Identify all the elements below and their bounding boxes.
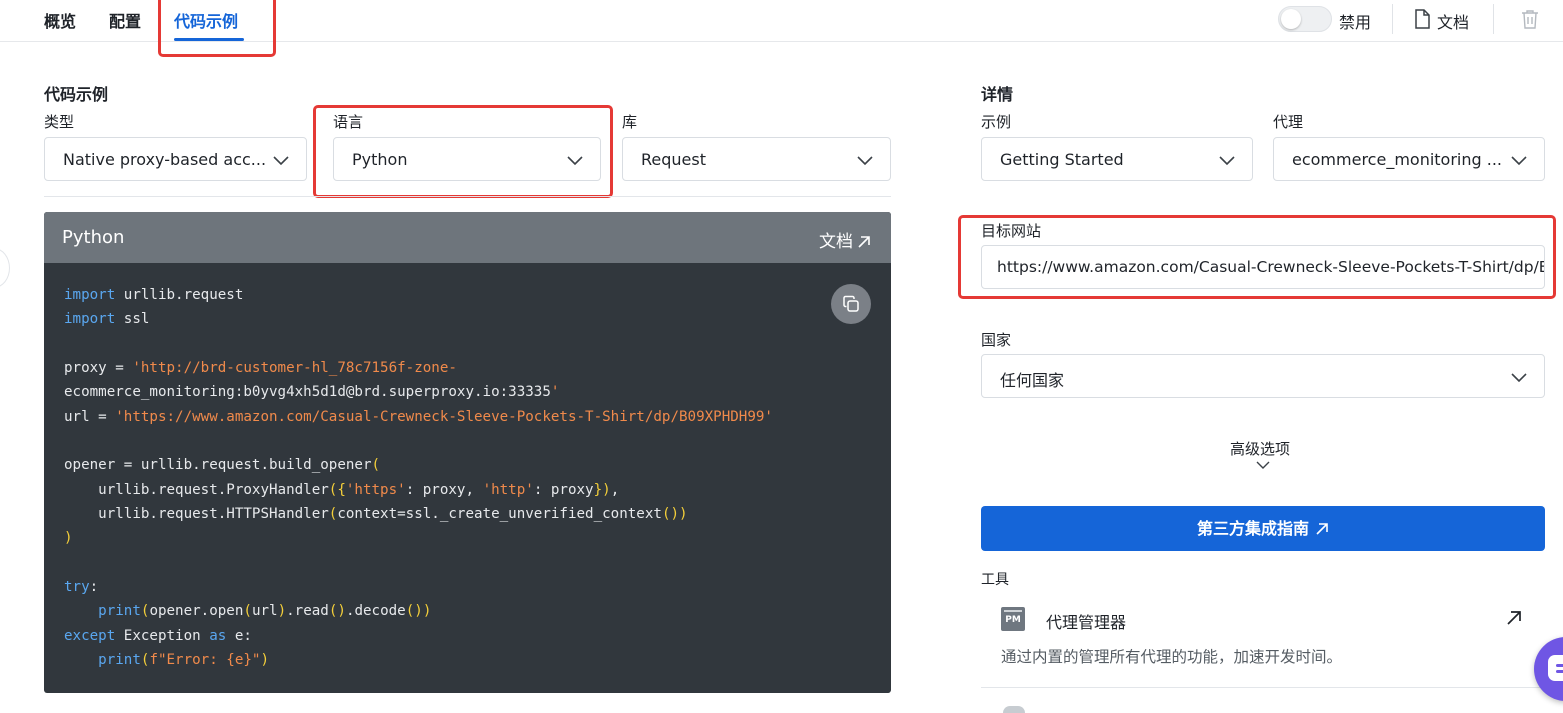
target-site-label: 目标网站: [981, 222, 1042, 240]
code-examples-title: 代码示例: [44, 85, 109, 104]
proxy-label: 代理: [1273, 113, 1304, 131]
example-select[interactable]: Getting Started: [981, 137, 1253, 181]
chat-widget-button[interactable]: [1534, 637, 1563, 701]
library-label: 库: [622, 113, 638, 131]
toggle-knob: [1281, 9, 1301, 29]
type-select[interactable]: Native proxy-based acc...: [44, 137, 307, 181]
divider: [1392, 4, 1393, 34]
code-docs-link-label: 文档: [819, 232, 853, 252]
integration-guide-button[interactable]: 第三方集成指南: [981, 506, 1545, 551]
chevron-down-icon[interactable]: [1255, 459, 1271, 471]
chevron-down-icon: [1219, 156, 1235, 166]
integration-guide-label: 第三方集成指南: [1196, 519, 1309, 538]
code-language-label: Python: [62, 227, 125, 248]
external-link-icon[interactable]: [1506, 610, 1522, 626]
chat-icon: [1548, 655, 1563, 681]
divider: [1493, 4, 1494, 34]
divider: [981, 687, 1545, 688]
country-select-value: 任何国家: [1000, 371, 1065, 390]
copy-icon: [843, 295, 859, 312]
active-tab-indicator: [174, 38, 244, 41]
chevron-down-icon: [567, 156, 583, 166]
library-select-value: Request: [641, 150, 706, 169]
tools-label: 工具: [981, 572, 1009, 588]
proxy-select-value: ecommerce_monitoring ...: [1292, 150, 1502, 169]
target-site-input[interactable]: https://www.amazon.com/Casual-Crewneck-S…: [981, 245, 1545, 289]
proxy-manager-description: 通过内置的管理所有代理的功能，加速开发时间。: [1001, 648, 1343, 666]
external-link-icon: [858, 236, 870, 248]
document-icon[interactable]: [1414, 9, 1430, 29]
code-panel: Python 文档 import urllib.request import s…: [44, 212, 891, 693]
tab-code-examples[interactable]: 代码示例: [174, 8, 238, 32]
type-select-value: Native proxy-based acc...: [63, 150, 267, 169]
chevron-down-icon: [1511, 373, 1527, 383]
trash-icon[interactable]: [1521, 9, 1539, 29]
external-link-icon: [1316, 523, 1328, 535]
side-handle[interactable]: [0, 248, 10, 288]
code-docs-link[interactable]: 文档: [819, 227, 871, 252]
chevron-down-icon: [857, 156, 873, 166]
code-block[interactable]: import urllib.request import ssl proxy =…: [64, 283, 773, 673]
code-panel-header: Python 文档: [44, 212, 891, 263]
language-select-value: Python: [352, 150, 408, 169]
details-title: 详情: [981, 85, 1014, 104]
library-select[interactable]: Request: [622, 137, 891, 181]
language-select[interactable]: Python: [333, 137, 601, 181]
disable-toggle[interactable]: [1278, 6, 1332, 32]
top-tab-bar: 概览 配置 代码示例 禁用 文档: [0, 0, 1563, 42]
target-site-value: https://www.amazon.com/Casual-Crewneck-S…: [997, 258, 1544, 276]
docs-link[interactable]: 文档: [1437, 9, 1469, 33]
proxy-manager-link[interactable]: 代理管理器: [1046, 609, 1126, 633]
copy-code-button[interactable]: [831, 284, 871, 324]
language-label: 语言: [333, 113, 364, 131]
tab-config[interactable]: 配置: [109, 8, 141, 32]
example-label: 示例: [981, 113, 1012, 131]
chevron-down-icon: [1511, 156, 1527, 166]
next-tool-icon: [1003, 706, 1025, 713]
tab-overview[interactable]: 概览: [44, 8, 76, 32]
advanced-options-toggle[interactable]: 高级选项: [1230, 438, 1290, 459]
country-label: 国家: [981, 331, 1012, 349]
proxy-manager-icon: PM: [1001, 607, 1025, 631]
example-select-value: Getting Started: [1000, 150, 1124, 169]
type-label: 类型: [44, 113, 75, 131]
chevron-down-icon: [273, 156, 289, 166]
country-select[interactable]: 任何国家: [981, 354, 1545, 398]
proxy-select[interactable]: ecommerce_monitoring ...: [1273, 137, 1545, 181]
divider: [44, 196, 891, 197]
disable-label: 禁用: [1339, 13, 1372, 32]
